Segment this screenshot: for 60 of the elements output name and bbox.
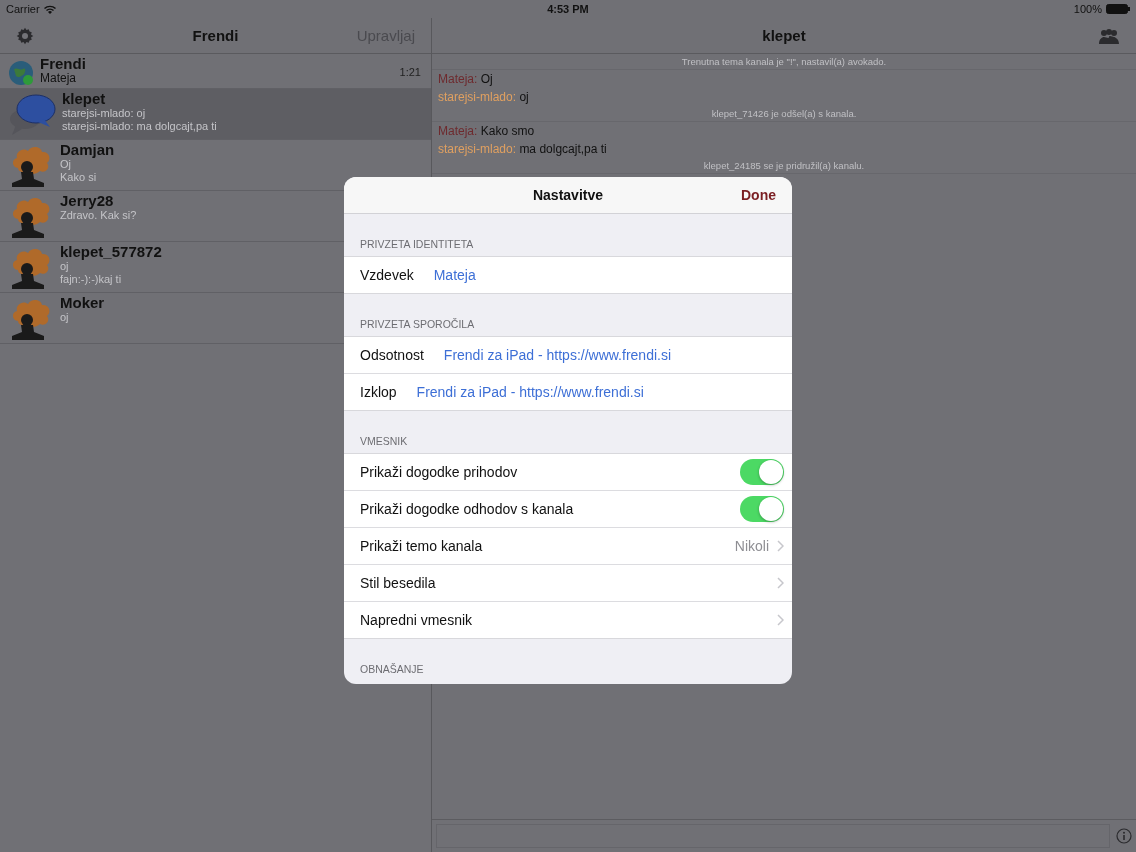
conversation-preview: Oj bbox=[60, 158, 71, 171]
setting-label: Prikaži dogodke odhodov s kanala bbox=[360, 501, 574, 517]
settings-row[interactable]: Stil besedila bbox=[344, 565, 792, 602]
conversation-preview: Zdravo. Kak si? bbox=[60, 209, 137, 222]
conversation-name: Jerry28 bbox=[60, 193, 114, 209]
settings-row[interactable]: Napredni vmesnik bbox=[344, 602, 792, 638]
dialog-title: Nastavitve bbox=[532, 187, 603, 203]
settings-button[interactable] bbox=[16, 26, 34, 45]
setting-label: Prikaži dogodke prihodov bbox=[360, 464, 518, 480]
section-header: OBNAŠANJE bbox=[359, 662, 425, 677]
users-button[interactable] bbox=[1098, 27, 1120, 44]
chat-message: Mateja: Kako smo bbox=[437, 123, 536, 140]
conversation-preview: oj bbox=[60, 311, 69, 324]
setting-value[interactable]: Frendi za iPad - https://www.frendi.si bbox=[416, 384, 644, 400]
chat-message: starejsi-mlado: ma dolgcajt,pa ti bbox=[437, 141, 608, 158]
conversation-name: klepet_577872 bbox=[60, 244, 162, 260]
clock-time: 4:53 PM bbox=[547, 3, 589, 15]
settings-row[interactable]: Prikaži temo kanala Nikoli bbox=[344, 528, 792, 565]
system-message: klepet_24185 se je pridružil(a) kanalu. bbox=[432, 158, 1136, 174]
setting-label: Napredni vmesnik bbox=[360, 612, 473, 628]
conversation-item[interactable]: klepet starejsi-mlado: oj starejsi-mlado: ma dolgcajt,pa ti bbox=[0, 89, 431, 140]
battery-icon bbox=[1106, 4, 1130, 14]
toggle-switch[interactable] bbox=[740, 459, 784, 485]
conversation-name: Frendi bbox=[40, 56, 86, 72]
chat-message: Mateja: Oj bbox=[437, 71, 494, 88]
chevron-icon bbox=[777, 540, 784, 552]
setting-label: Vzdevek bbox=[360, 267, 414, 283]
setting-label: Prikaži temo kanala bbox=[360, 538, 483, 554]
battery-percent: 100% bbox=[1073, 3, 1102, 15]
system-message: klepet_71426 je odšel(a) s kanala. bbox=[432, 106, 1136, 122]
sidebar-title: Frendi bbox=[192, 27, 239, 44]
speech-bubbles-icon bbox=[8, 91, 56, 137]
carrier-label: Carrier bbox=[6, 3, 40, 15]
conversation-name: Moker bbox=[60, 295, 105, 311]
conversation-time: 1:21 bbox=[399, 66, 421, 78]
chevron-icon bbox=[777, 577, 784, 589]
info-icon[interactable] bbox=[1116, 828, 1132, 844]
conversation-preview: oj bbox=[60, 260, 69, 273]
system-message: Trenutna tema kanala je "!", nastavil(a) avokado. bbox=[432, 54, 1136, 70]
conversation-preview: Mateja bbox=[40, 72, 77, 85]
section-header: VMESNIK bbox=[359, 434, 409, 449]
setting-value[interactable]: Mateja bbox=[433, 267, 476, 283]
conversation-preview: fajn:-):-)kaj ti bbox=[60, 273, 122, 286]
toggle-switch[interactable] bbox=[740, 496, 784, 522]
conversation-preview: Kako si bbox=[60, 171, 97, 184]
chevron-icon bbox=[777, 614, 784, 626]
globe-icon bbox=[8, 60, 34, 86]
done-button[interactable]: Done bbox=[741, 187, 776, 203]
setting-label: Stil besedila bbox=[360, 575, 436, 591]
setting-value: Nikoli bbox=[734, 538, 769, 554]
conversation-name: klepet bbox=[62, 91, 106, 107]
conversation-preview: starejsi-mlado: oj bbox=[62, 107, 146, 120]
chat-message: starejsi-mlado: oj bbox=[437, 89, 530, 106]
conversation-preview: starejsi-mlado: ma dolgcajt,pa ti bbox=[62, 120, 217, 133]
wifi-icon bbox=[43, 4, 56, 14]
setting-value[interactable]: Frendi za iPad - https://www.frendi.si bbox=[443, 347, 672, 363]
setting-label: Izklop bbox=[360, 384, 397, 400]
chat-title: klepet bbox=[762, 27, 806, 44]
setting-label: Odsotnost bbox=[360, 347, 424, 363]
conversation-name: Damjan bbox=[60, 142, 115, 158]
